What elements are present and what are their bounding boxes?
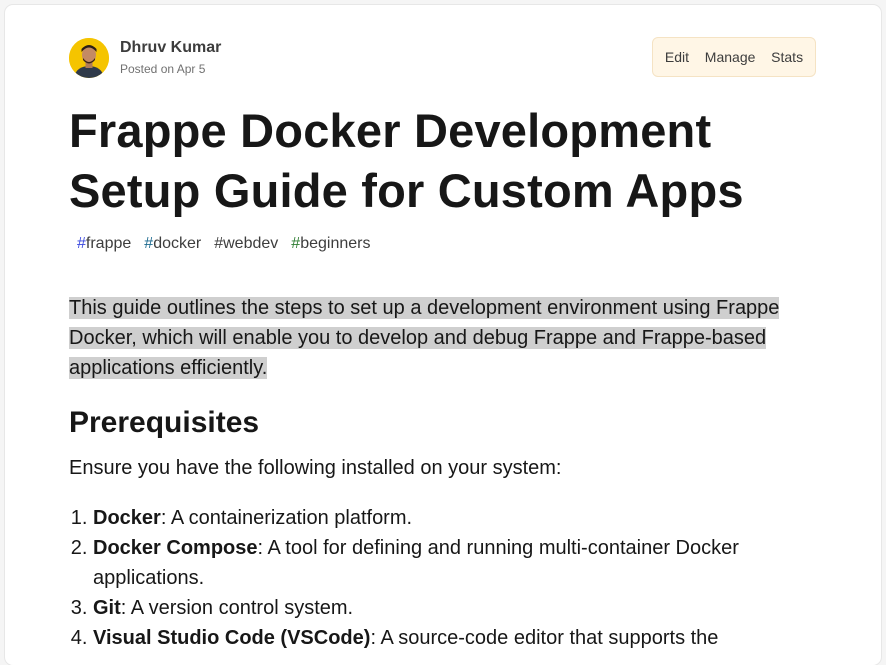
- author-avatar[interactable]: [69, 38, 109, 78]
- tag-frappe[interactable]: #frappe: [72, 234, 136, 254]
- list-item-term: Docker Compose: [93, 537, 258, 559]
- list-item-desc: : A containerization platform.: [160, 507, 413, 529]
- list-item-term: Git: [93, 597, 121, 619]
- tag-list: #frappe #docker #webdev #beginners: [72, 234, 378, 254]
- list-item: Git: A version control system.: [93, 593, 809, 623]
- edit-link[interactable]: Edit: [661, 45, 693, 69]
- list-item-desc: : A version control system.: [120, 597, 354, 619]
- article-body: This guide outlines the steps to set up …: [69, 293, 809, 653]
- tag-docker[interactable]: #docker: [139, 234, 206, 254]
- tag-hash: #: [144, 235, 154, 252]
- tag-label: frappe: [85, 235, 132, 252]
- manage-link[interactable]: Manage: [701, 45, 760, 69]
- author-header: Dhruv Kumar Posted on Apr 5: [69, 38, 221, 78]
- author-name[interactable]: Dhruv Kumar: [120, 38, 221, 58]
- list-item-desc: : A source-code editor that supports the: [370, 627, 719, 649]
- tag-label: docker: [153, 235, 202, 252]
- prerequisites-heading: Prerequisites: [69, 406, 260, 439]
- prerequisites-list: Docker: A containerization platform. Doc…: [69, 503, 809, 653]
- author-meta: Dhruv Kumar Posted on Apr 5: [120, 38, 221, 78]
- intro-highlighted-text: This guide outlines the steps to set up …: [69, 297, 780, 379]
- author-actions-bar: Edit Manage Stats: [652, 37, 816, 77]
- list-item: Docker Compose: A tool for defining and …: [93, 533, 809, 593]
- tag-label: webdev: [223, 235, 279, 252]
- tag-hash: #: [214, 235, 224, 252]
- list-item-term: Visual Studio Code (VSCode): [93, 627, 371, 649]
- tag-beginners[interactable]: #beginners: [286, 234, 375, 254]
- article-title: Frappe Docker Development Setup Guide fo…: [69, 104, 744, 217]
- list-item: Docker: A containerization platform.: [93, 503, 809, 533]
- list-item-term: Docker: [93, 507, 161, 529]
- prerequisites-lead: Ensure you have the following installed …: [69, 457, 562, 479]
- article-card: Dhruv Kumar Posted on Apr 5 Edit Manage …: [5, 5, 881, 665]
- tag-webdev[interactable]: #webdev: [209, 234, 283, 254]
- stats-link[interactable]: Stats: [767, 45, 807, 69]
- tag-hash: #: [77, 235, 86, 252]
- intro-paragraph: This guide outlines the steps to set up …: [69, 293, 809, 383]
- list-item: Visual Studio Code (VSCode): A source-co…: [93, 623, 809, 653]
- tag-hash: #: [291, 235, 301, 252]
- avatar-portrait-icon: [69, 38, 109, 78]
- tag-label: beginners: [300, 235, 371, 252]
- post-date: Posted on Apr 5: [120, 62, 206, 76]
